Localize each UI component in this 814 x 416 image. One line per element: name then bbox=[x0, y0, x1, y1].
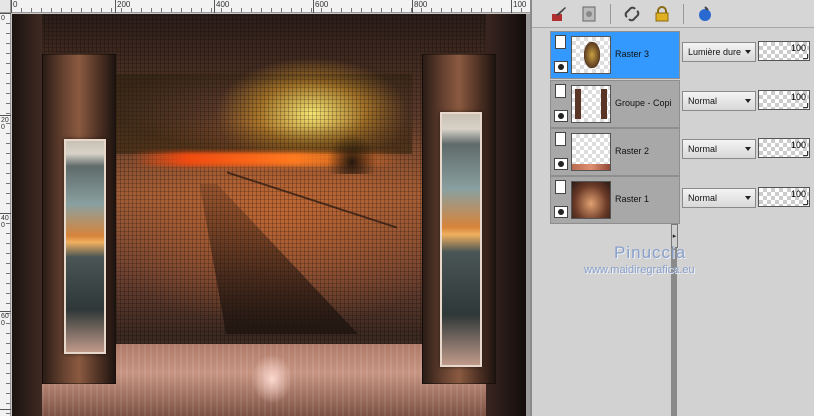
layer-type-icon bbox=[555, 180, 566, 194]
layer-type-icon bbox=[555, 132, 566, 146]
opacity-value: 100 bbox=[790, 43, 806, 53]
link-icon[interactable] bbox=[621, 3, 643, 25]
ruler-label: 100 bbox=[513, 0, 527, 9]
visibility-eye-icon[interactable] bbox=[554, 206, 568, 218]
layer-name: Raster 2 bbox=[615, 146, 650, 156]
blend-mode-select[interactable]: Normal bbox=[682, 139, 756, 159]
horizontal-ruler: 0 200 400 600 800 100 bbox=[11, 0, 530, 13]
blend-mode-select[interactable]: Normal bbox=[682, 91, 756, 111]
layer-state-icons bbox=[553, 83, 569, 127]
layer-row-raster-2[interactable]: Raster 2 bbox=[550, 128, 680, 176]
blend-mode-select[interactable]: Normal bbox=[682, 188, 756, 208]
layer-state-icons bbox=[553, 131, 569, 175]
layer-type-icon bbox=[555, 35, 566, 49]
visibility-eye-icon[interactable] bbox=[554, 110, 568, 122]
visibility-eye-icon[interactable] bbox=[554, 158, 568, 170]
artwork-image[interactable] bbox=[12, 14, 526, 416]
ruler-label: 0 bbox=[1, 15, 5, 22]
left-picture-panel bbox=[64, 139, 106, 354]
ruler-label: 600 bbox=[1, 313, 9, 327]
chevron-down-icon bbox=[745, 99, 751, 103]
chevron-down-icon bbox=[745, 147, 751, 151]
ruler-corner bbox=[0, 0, 11, 13]
chevron-down-icon bbox=[745, 196, 751, 200]
ruler-label: 200 bbox=[117, 0, 131, 9]
chevron-down-icon bbox=[745, 50, 751, 54]
opacity-value: 100 bbox=[790, 140, 806, 150]
left-frame bbox=[12, 14, 42, 416]
opacity-value: 100 bbox=[790, 189, 806, 199]
watermark-url: www.maidiregrafica.eu bbox=[584, 264, 695, 276]
ruler-label: 800 bbox=[414, 0, 428, 9]
layer-thumbnail bbox=[571, 85, 611, 123]
layer-name: Raster 1 bbox=[615, 194, 650, 204]
visibility-eye-icon[interactable] bbox=[554, 61, 568, 73]
opacity-field[interactable]: 100 bbox=[758, 90, 810, 110]
brush-layer-icon[interactable] bbox=[548, 3, 570, 25]
layer-state-icons bbox=[553, 34, 569, 78]
layer-thumbnail bbox=[571, 133, 611, 171]
layer-thumbnail bbox=[571, 181, 611, 219]
ruler-label: 600 bbox=[315, 0, 329, 9]
opacity-field[interactable]: 100 bbox=[758, 41, 810, 61]
opacity-value: 100 bbox=[790, 92, 806, 102]
layer-row-raster-1[interactable]: Raster 1 bbox=[550, 176, 680, 224]
blend-mode-select[interactable]: Lumière dure bbox=[682, 42, 756, 62]
lock-icon[interactable] bbox=[651, 3, 673, 25]
island-trees bbox=[327, 134, 377, 174]
blend-mode-value: Normal bbox=[688, 193, 718, 203]
opacity-field[interactable]: 100 bbox=[758, 187, 810, 207]
globe-icon[interactable] bbox=[694, 3, 716, 25]
vertical-ruler: 0 200 400 600 bbox=[0, 13, 11, 416]
ruler-label: 0 bbox=[13, 0, 18, 9]
blend-mode-value: Normal bbox=[688, 96, 718, 106]
toolbar-separator bbox=[610, 3, 611, 24]
layer-thumbnail bbox=[571, 36, 611, 74]
ruler-label: 200 bbox=[1, 117, 9, 131]
blend-mode-value: Normal bbox=[688, 144, 718, 154]
layer-row-group-copy[interactable]: Groupe - Copi bbox=[550, 80, 680, 128]
document-canvas-area[interactable]: 0 200 400 600 800 100 0 200 400 600 bbox=[0, 0, 530, 416]
mask-icon[interactable] bbox=[578, 3, 600, 25]
right-picture-panel bbox=[440, 112, 482, 367]
floor-light bbox=[252, 354, 292, 404]
layer-state-icons bbox=[553, 179, 569, 223]
layers-palette: Raster 3 Lumière dure 100 Groupe - Copi … bbox=[530, 0, 814, 416]
toolbar-separator bbox=[683, 3, 684, 24]
opacity-field[interactable]: 100 bbox=[758, 138, 810, 158]
layer-name: Groupe - Copi bbox=[615, 98, 672, 108]
watermark-name: Pinuccia bbox=[614, 243, 687, 262]
layer-row-raster-3[interactable]: Raster 3 bbox=[550, 31, 680, 79]
ruler-label: 400 bbox=[1, 215, 9, 229]
layer-type-icon bbox=[555, 84, 566, 98]
ruler-label: 400 bbox=[216, 0, 230, 9]
layer-name: Raster 3 bbox=[615, 49, 650, 59]
blend-mode-value: Lumière dure bbox=[688, 47, 742, 57]
layers-toolbar bbox=[532, 0, 814, 28]
